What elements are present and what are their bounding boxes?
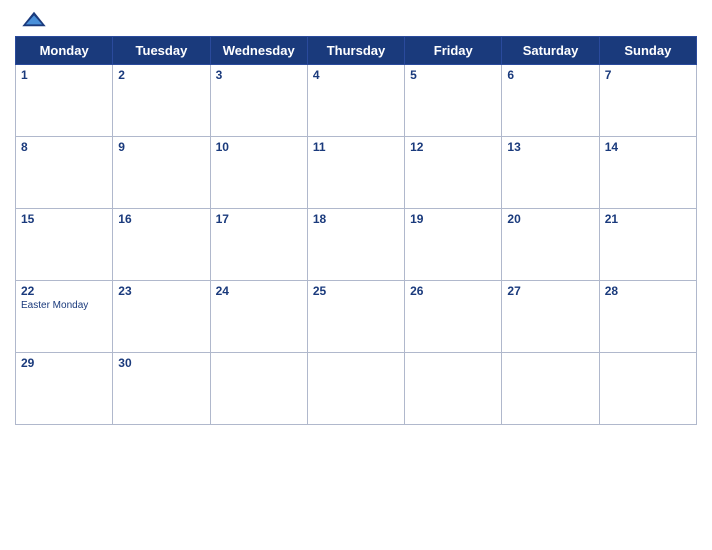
logo-icon xyxy=(20,10,48,28)
day-number: 16 xyxy=(118,212,204,226)
day-cell: 11 xyxy=(307,137,404,209)
day-number: 13 xyxy=(507,140,593,154)
day-cell: 23 xyxy=(113,281,210,353)
day-cell: 26 xyxy=(405,281,502,353)
day-cell: 18 xyxy=(307,209,404,281)
day-number: 21 xyxy=(605,212,691,226)
day-cell: 21 xyxy=(599,209,696,281)
day-cell: 17 xyxy=(210,209,307,281)
calendar-table: MondayTuesdayWednesdayThursdayFridaySatu… xyxy=(15,36,697,425)
day-number: 26 xyxy=(410,284,496,298)
day-number: 29 xyxy=(21,356,107,370)
day-number: 1 xyxy=(21,68,107,82)
day-number: 12 xyxy=(410,140,496,154)
day-cell: 7 xyxy=(599,65,696,137)
day-cell: 14 xyxy=(599,137,696,209)
day-cell: 5 xyxy=(405,65,502,137)
week-row-2: 89 10 11 12 13 14 xyxy=(16,137,697,209)
day-number: 4 xyxy=(313,68,399,82)
day-cell: 22 Easter Monday xyxy=(16,281,113,353)
day-cell xyxy=(210,353,307,425)
day-cell: 25 xyxy=(307,281,404,353)
day-cell: 9 xyxy=(113,137,210,209)
day-number: 6 xyxy=(507,68,593,82)
day-cell: 8 xyxy=(16,137,113,209)
day-cell: 24 xyxy=(210,281,307,353)
day-number: 23 xyxy=(118,284,204,298)
weekday-header-row: MondayTuesdayWednesdayThursdayFridaySatu… xyxy=(16,37,697,65)
week-row-5: 29 30 xyxy=(16,353,697,425)
day-cell: 15 xyxy=(16,209,113,281)
day-cell: 27 xyxy=(502,281,599,353)
day-cell: 19 xyxy=(405,209,502,281)
day-cell: 20 xyxy=(502,209,599,281)
day-number: 8 xyxy=(21,140,107,154)
day-cell: 1 xyxy=(16,65,113,137)
weekday-header-tuesday: Tuesday xyxy=(113,37,210,65)
day-cell xyxy=(307,353,404,425)
weekday-header-wednesday: Wednesday xyxy=(210,37,307,65)
weekday-header-friday: Friday xyxy=(405,37,502,65)
logo xyxy=(20,10,48,28)
day-number: 9 xyxy=(118,140,204,154)
day-number: 3 xyxy=(216,68,302,82)
day-cell: 12 xyxy=(405,137,502,209)
day-number: 20 xyxy=(507,212,593,226)
day-cell: 28 xyxy=(599,281,696,353)
day-cell xyxy=(599,353,696,425)
day-number: 19 xyxy=(410,212,496,226)
weekday-header-sunday: Sunday xyxy=(599,37,696,65)
day-cell: 10 xyxy=(210,137,307,209)
day-number: 7 xyxy=(605,68,691,82)
week-row-3: 15 16 17 18 19 20 21 xyxy=(16,209,697,281)
day-number: 2 xyxy=(118,68,204,82)
day-number: 17 xyxy=(216,212,302,226)
day-number: 14 xyxy=(605,140,691,154)
day-number: 28 xyxy=(605,284,691,298)
weekday-header-thursday: Thursday xyxy=(307,37,404,65)
day-cell xyxy=(502,353,599,425)
page-header xyxy=(15,10,697,28)
day-cell: 13 xyxy=(502,137,599,209)
day-cell xyxy=(405,353,502,425)
day-number: 25 xyxy=(313,284,399,298)
day-number: 10 xyxy=(216,140,302,154)
weekday-header-saturday: Saturday xyxy=(502,37,599,65)
day-cell: 6 xyxy=(502,65,599,137)
day-number: 5 xyxy=(410,68,496,82)
day-number: 30 xyxy=(118,356,204,370)
day-cell: 16 xyxy=(113,209,210,281)
weekday-header-monday: Monday xyxy=(16,37,113,65)
day-number: 22 xyxy=(21,284,107,298)
day-cell: 4 xyxy=(307,65,404,137)
day-number: 24 xyxy=(216,284,302,298)
day-number: 18 xyxy=(313,212,399,226)
day-cell: 30 xyxy=(113,353,210,425)
day-event: Easter Monday xyxy=(21,300,107,311)
day-cell: 29 xyxy=(16,353,113,425)
day-cell: 3 xyxy=(210,65,307,137)
day-number: 27 xyxy=(507,284,593,298)
day-number: 15 xyxy=(21,212,107,226)
week-row-1: 1234567 xyxy=(16,65,697,137)
day-number: 11 xyxy=(313,140,399,154)
day-cell: 2 xyxy=(113,65,210,137)
week-row-4: 22 Easter Monday 23 24 25 26 27 28 xyxy=(16,281,697,353)
